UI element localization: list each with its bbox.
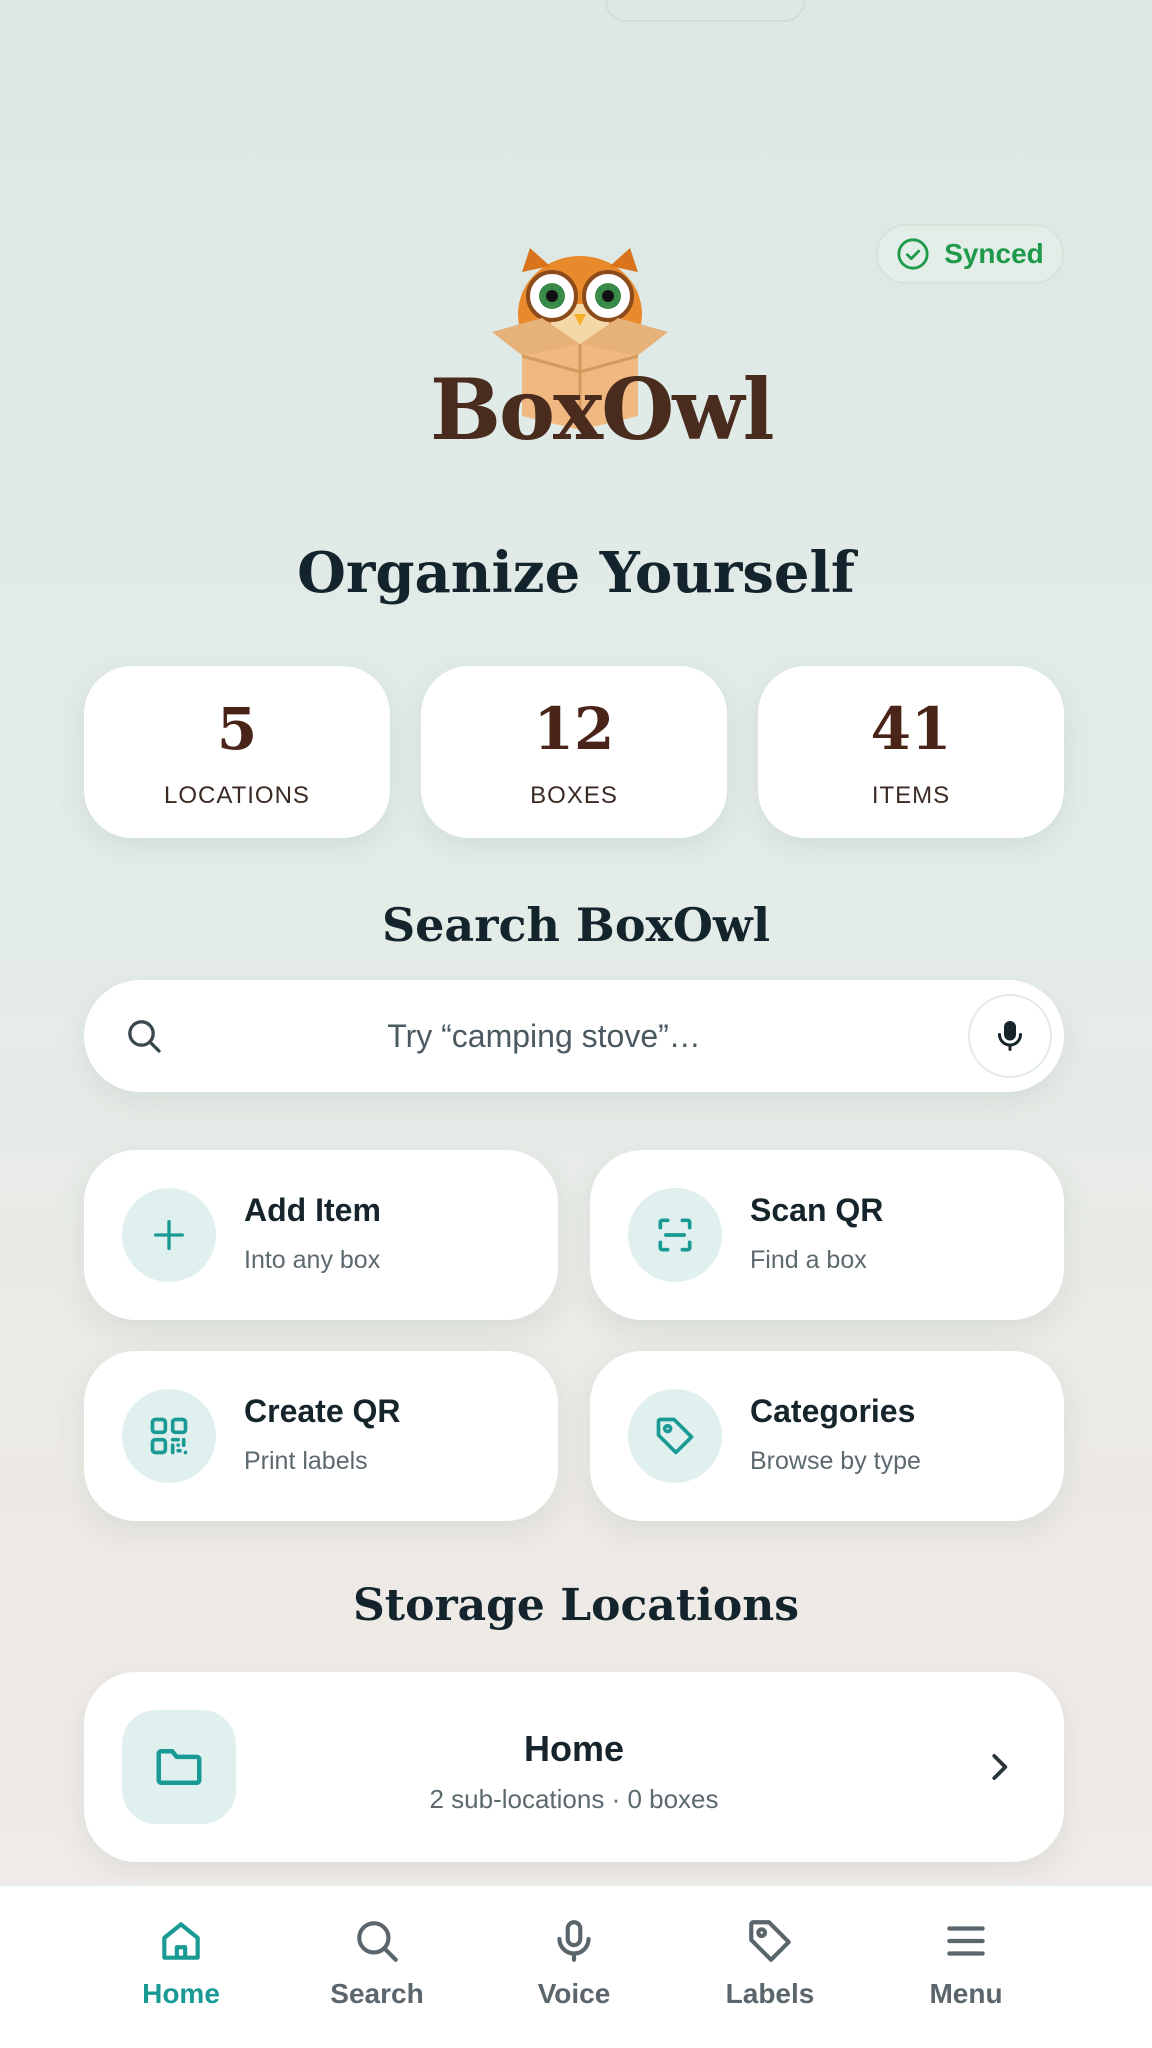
nav-search[interactable]: Search bbox=[302, 1916, 452, 2010]
action-icon-circle bbox=[122, 1389, 216, 1483]
nav-label: Home bbox=[142, 1978, 220, 2009]
stat-label: ITEMS bbox=[871, 782, 951, 809]
search-bar[interactable] bbox=[84, 980, 1064, 1092]
sync-status-label: Synced bbox=[944, 238, 1044, 269]
bottom-navigation: Home Search Voice Labels Menu bbox=[0, 1884, 1152, 2048]
nav-label: Search bbox=[330, 1978, 424, 2009]
qr-code-icon bbox=[150, 1417, 188, 1455]
action-subtitle: Browse by type bbox=[750, 1447, 921, 1475]
add-item-button[interactable]: Add Item Into any box bbox=[84, 1150, 558, 1320]
stat-card-items[interactable]: 41 ITEMS bbox=[758, 666, 1064, 838]
nav-label: Menu bbox=[929, 1978, 1003, 2009]
nav-menu[interactable]: Menu bbox=[891, 1916, 1041, 2010]
action-icon-circle bbox=[122, 1188, 216, 1282]
action-title: Create QR bbox=[244, 1393, 401, 1429]
create-qr-button[interactable]: Create QR Print labels bbox=[84, 1351, 558, 1521]
page-headline: Organize Yourself bbox=[297, 540, 855, 606]
chevron-right-icon bbox=[992, 1754, 1008, 1780]
location-card-home[interactable]: Home 2 sub-locations · 0 boxes bbox=[84, 1672, 1064, 1862]
microphone-icon bbox=[557, 1920, 591, 1962]
stat-value: 41 bbox=[870, 695, 952, 763]
nav-label: Labels bbox=[725, 1978, 815, 2009]
stat-card-boxes[interactable]: 12 BOXES bbox=[421, 666, 727, 838]
sync-status-badge: Synced bbox=[876, 224, 1064, 284]
device-notch bbox=[605, 0, 805, 22]
search-icon bbox=[357, 1921, 398, 1962]
action-title: Add Item bbox=[244, 1192, 381, 1228]
categories-button[interactable]: Categories Browse by type bbox=[590, 1351, 1064, 1521]
stat-label: BOXES bbox=[530, 782, 618, 809]
stat-value: 12 bbox=[533, 695, 615, 763]
action-subtitle: Find a box bbox=[750, 1246, 867, 1274]
location-name: Home bbox=[523, 1728, 625, 1769]
nav-home[interactable]: Home bbox=[106, 1916, 256, 2010]
scan-qr-button[interactable]: Scan QR Find a box bbox=[590, 1150, 1064, 1320]
microphone-icon bbox=[998, 1021, 1022, 1051]
stat-card-locations[interactable]: 5 LOCATIONS bbox=[84, 666, 390, 838]
tag-icon bbox=[656, 1417, 694, 1455]
action-subtitle: Print labels bbox=[244, 1447, 368, 1475]
nav-voice[interactable]: Voice bbox=[499, 1916, 649, 2010]
action-title: Categories bbox=[750, 1393, 916, 1429]
action-icon-circle bbox=[628, 1389, 722, 1483]
search-input[interactable] bbox=[204, 1002, 884, 1070]
check-circle-icon bbox=[897, 238, 929, 270]
nav-labels[interactable]: Labels bbox=[695, 1916, 845, 2010]
voice-search-button[interactable] bbox=[968, 994, 1052, 1078]
stat-value: 5 bbox=[216, 695, 258, 763]
action-icon-circle bbox=[628, 1188, 722, 1282]
search-icon bbox=[128, 1020, 161, 1053]
tag-icon bbox=[749, 1920, 791, 1962]
plus-icon bbox=[154, 1220, 184, 1250]
location-detail: 2 sub-locations · 0 boxes bbox=[429, 1784, 719, 1814]
scan-icon bbox=[658, 1218, 692, 1252]
search-section-title: Search BoxOwl bbox=[381, 898, 771, 952]
menu-icon bbox=[947, 1926, 985, 1956]
action-title: Scan QR bbox=[750, 1192, 884, 1228]
stat-label: LOCATIONS bbox=[164, 782, 310, 809]
logo-wordmark: BoxOwl bbox=[430, 360, 775, 459]
home-icon bbox=[162, 1922, 200, 1960]
storage-section-title: Storage Locations bbox=[353, 1580, 799, 1631]
nav-label: Voice bbox=[537, 1978, 611, 2009]
action-subtitle: Into any box bbox=[244, 1246, 381, 1274]
